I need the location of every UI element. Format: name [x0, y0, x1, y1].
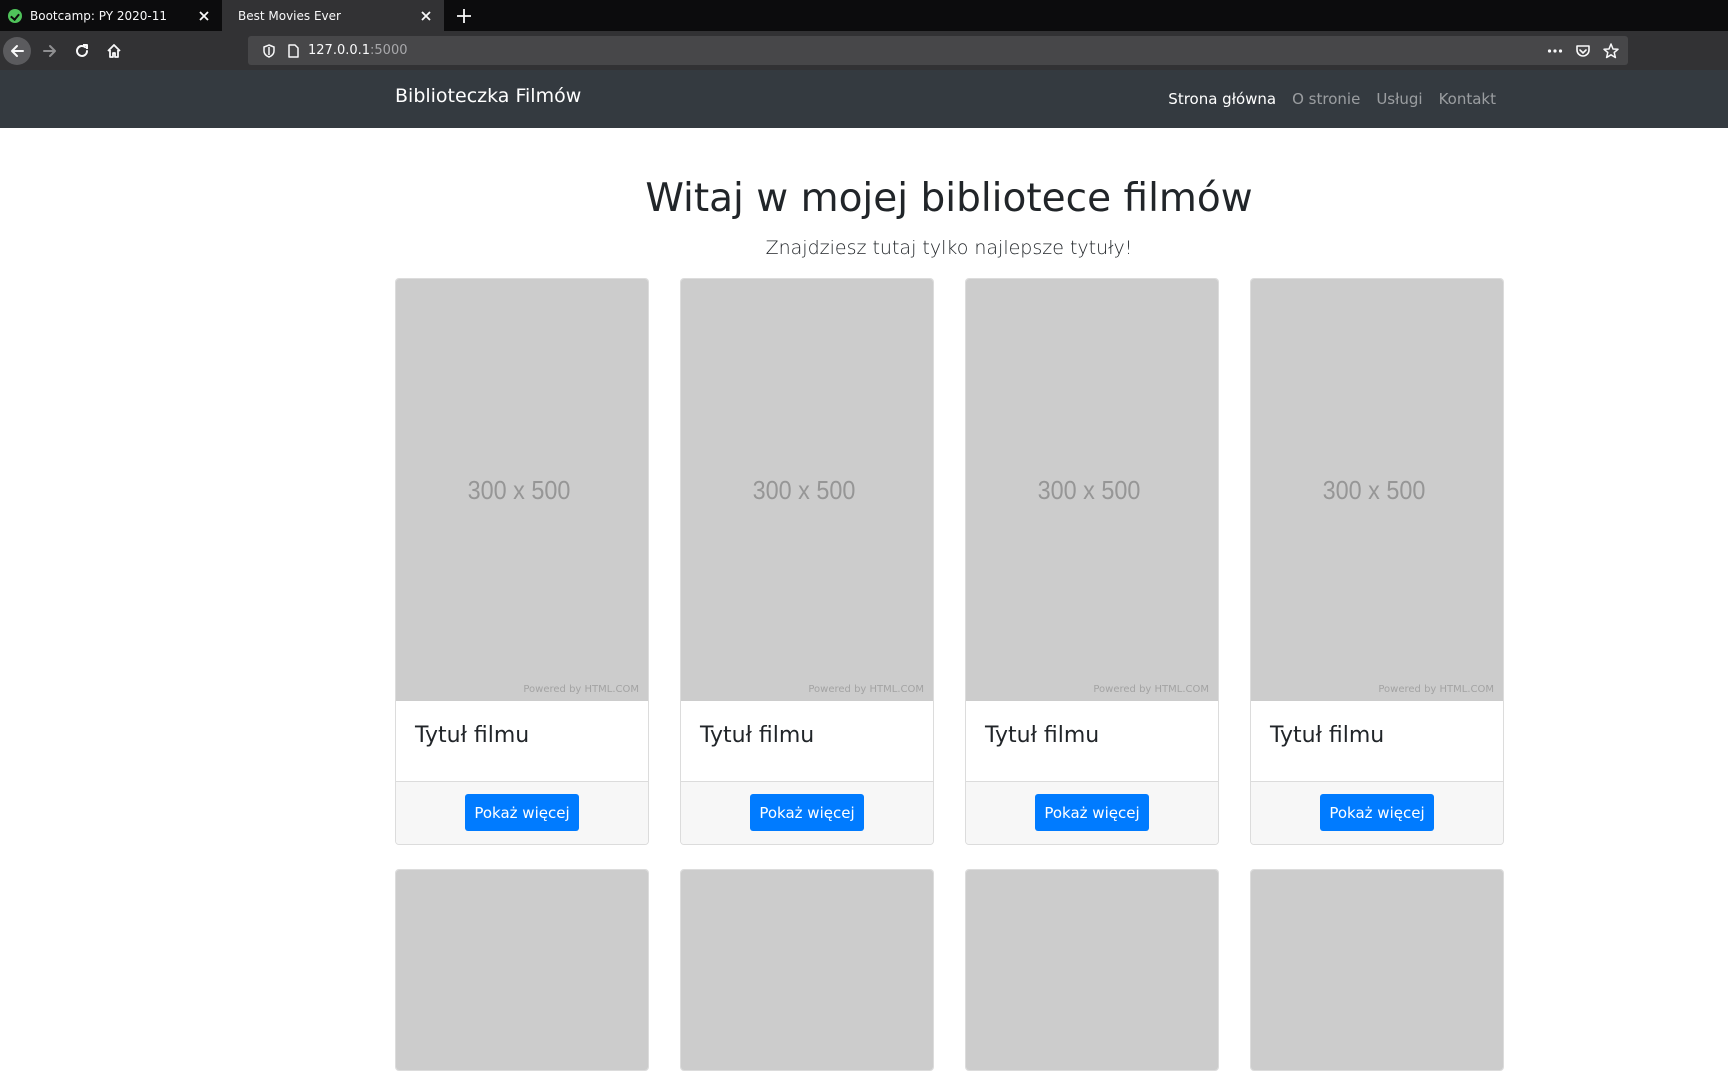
movie-poster-placeholder	[966, 870, 1218, 1070]
show-more-button[interactable]: Pokaż więcej	[750, 794, 864, 831]
pocket-icon[interactable]	[1574, 42, 1592, 60]
movie-card	[965, 869, 1219, 1071]
tab-title: Best Movies Ever	[238, 8, 341, 23]
movie-poster-placeholder: 300 x 500 Powered by HTML.COM	[681, 279, 933, 701]
movie-title: Tytuł filmu	[415, 723, 530, 748]
reload-icon[interactable]	[68, 37, 96, 65]
url-text[interactable]: 127.0.0.1:5000	[308, 43, 408, 58]
new-tab-icon[interactable]	[452, 4, 476, 28]
navbar-brand[interactable]: Biblioteczka Filmów	[395, 85, 581, 107]
show-more-button[interactable]: Pokaż więcej	[1035, 794, 1149, 831]
nav-link-services[interactable]: Usługi	[1376, 90, 1422, 108]
nav-links: Strona główna O stronie Usługi Kontakt	[1152, 70, 1496, 128]
favicon-icon	[8, 8, 22, 23]
movie-title: Tytuł filmu	[985, 723, 1100, 748]
url-bar[interactable]: 127.0.0.1:5000	[248, 36, 1628, 65]
browser-tab-active[interactable]: Best Movies Ever	[222, 0, 444, 31]
nav-link-contact[interactable]: Kontakt	[1439, 90, 1496, 108]
poster-size-label: 300 x 500	[1322, 475, 1426, 505]
poster-credit: Powered by HTML.COM	[523, 684, 639, 695]
movie-card	[1250, 869, 1504, 1071]
movie-card: 300 x 500 Powered by HTML.COM Tytuł film…	[1250, 278, 1504, 845]
movie-card: 300 x 500 Powered by HTML.COM Tytuł film…	[395, 278, 649, 845]
poster-size-label: 300 x 500	[1037, 475, 1141, 505]
page-icon	[284, 42, 302, 60]
nav-link-home[interactable]: Strona główna	[1168, 90, 1276, 108]
poster-credit: Powered by HTML.COM	[1378, 684, 1494, 695]
forward-icon[interactable]	[36, 37, 64, 65]
movie-poster-placeholder	[396, 870, 648, 1070]
movie-card	[395, 869, 649, 1071]
back-icon[interactable]	[3, 37, 31, 65]
movie-title: Tytuł filmu	[700, 723, 815, 748]
browser-tab[interactable]: Bootcamp: PY 2020-11	[0, 0, 222, 31]
tab-title: Bootcamp: PY 2020-11	[30, 8, 167, 23]
page-title: Witaj w mojej bibliotece filmów	[645, 176, 1253, 221]
browser-tab-bar: Bootcamp: PY 2020-11 Best Movies Ever	[0, 0, 1728, 31]
movie-poster-placeholder: 300 x 500 Powered by HTML.COM	[396, 279, 648, 701]
movie-poster-placeholder: 300 x 500 Powered by HTML.COM	[966, 279, 1218, 701]
nav-link-about[interactable]: O stronie	[1292, 90, 1360, 108]
page-subtitle: Znajdziesz tutaj tylko najlepsze tytuły!	[765, 237, 1133, 259]
shield-icon[interactable]	[260, 42, 278, 60]
movie-poster-placeholder	[1251, 870, 1503, 1070]
poster-size-label: 300 x 500	[467, 475, 571, 505]
home-icon[interactable]	[100, 37, 128, 65]
site-navbar: Biblioteczka Filmów Strona główna O stro…	[0, 70, 1728, 128]
movie-poster-placeholder: 300 x 500 Powered by HTML.COM	[1251, 279, 1503, 701]
movie-card	[680, 869, 934, 1071]
show-more-button[interactable]: Pokaż więcej	[1320, 794, 1434, 831]
show-more-button[interactable]: Pokaż więcej	[465, 794, 579, 831]
poster-credit: Powered by HTML.COM	[808, 684, 924, 695]
close-icon[interactable]	[196, 8, 212, 24]
close-icon[interactable]	[418, 8, 434, 24]
poster-credit: Powered by HTML.COM	[1093, 684, 1209, 695]
movie-card: 300 x 500 Powered by HTML.COM Tytuł film…	[965, 278, 1219, 845]
browser-toolbar: 127.0.0.1:5000	[0, 31, 1728, 70]
movie-title: Tytuł filmu	[1270, 723, 1385, 748]
movie-card: 300 x 500 Powered by HTML.COM Tytuł film…	[680, 278, 934, 845]
movie-poster-placeholder	[681, 870, 933, 1070]
more-icon[interactable]	[1546, 42, 1564, 60]
poster-size-label: 300 x 500	[752, 475, 856, 505]
star-icon[interactable]	[1602, 42, 1620, 60]
